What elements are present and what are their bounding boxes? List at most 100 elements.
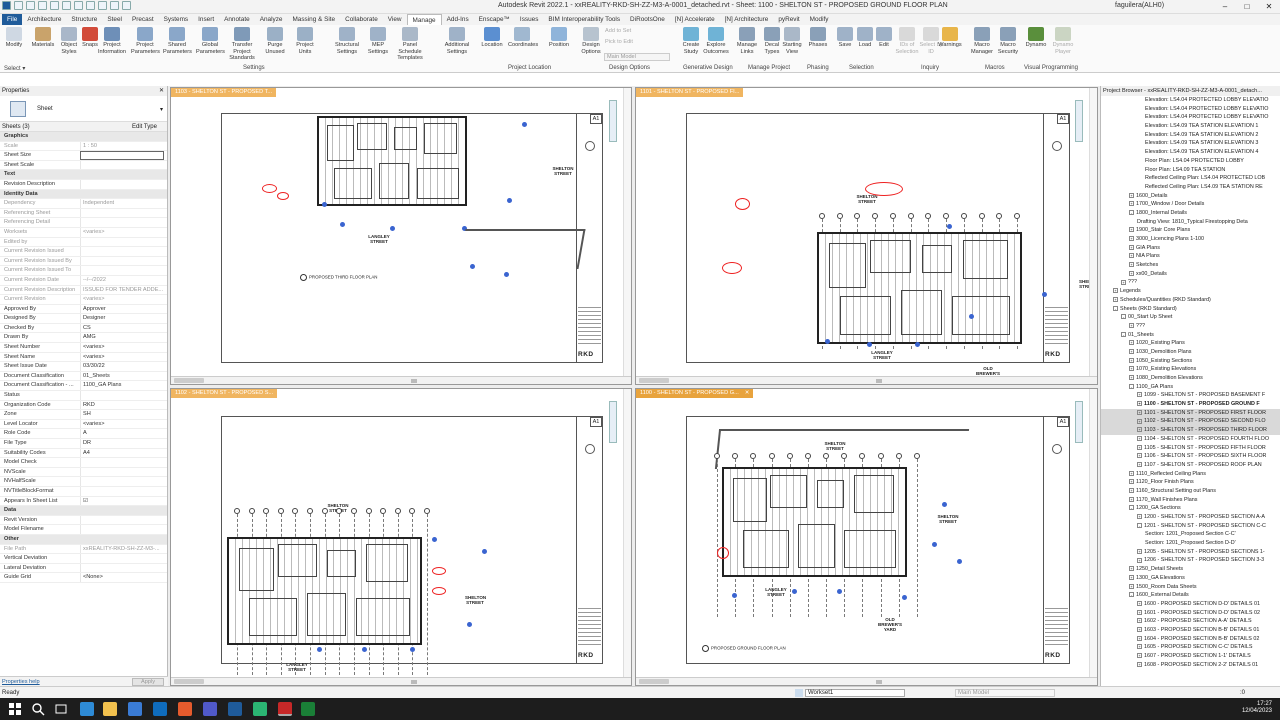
browser-item[interactable]: +1300_GA Elevations: [1101, 574, 1280, 583]
property-value[interactable]: ☑: [80, 496, 164, 506]
expand-icon[interactable]: +: [1129, 496, 1134, 502]
browser-item[interactable]: +1099 - SHELTON ST - PROPOSED BASEMENT F: [1101, 391, 1280, 400]
expand-icon[interactable]: +: [1129, 470, 1134, 476]
tab-issues[interactable]: Issues: [515, 14, 543, 25]
expand-icon[interactable]: +: [1137, 661, 1142, 667]
expand-icon[interactable]: +: [1137, 401, 1142, 407]
sheet[interactable]: A1 RKD SHELTON STREET LANGLEY STREET OLD BRE…: [686, 416, 1070, 664]
browser-item[interactable]: -1200_GA Sections: [1101, 504, 1280, 513]
expand-icon[interactable]: +: [1137, 418, 1142, 424]
sync-icon[interactable]: [38, 1, 47, 10]
revit-logo-icon[interactable]: [2, 1, 11, 10]
property-value[interactable]: [80, 467, 164, 477]
browser-item[interactable]: Drafting View: 1810_Typical Firestopping…: [1101, 218, 1280, 227]
browser-item[interactable]: -01_Sheets: [1101, 331, 1280, 340]
section-tag-icon[interactable]: [317, 647, 322, 652]
section-tag-icon[interactable]: [482, 549, 487, 554]
property-value[interactable]: [80, 179, 164, 189]
browser-item[interactable]: +1601 - PROPOSED SECTION D-D' DETAILS 02: [1101, 609, 1280, 618]
view-control-bar[interactable]: [171, 677, 631, 685]
section-tag-icon[interactable]: [732, 593, 737, 598]
browser-item[interactable]: Floor Plan: LS4.04 PROTECTED LOBBY: [1101, 157, 1280, 166]
property-value[interactable]: SH: [80, 410, 164, 419]
search-icon[interactable]: [31, 702, 45, 716]
view-window-1[interactable]: 1103 - SHELTON ST - PROPOSED T... A1 RKD LA…: [170, 87, 632, 385]
section-tag-icon[interactable]: [957, 559, 962, 564]
section-tag-icon[interactable]: [837, 589, 842, 594]
tab-structure[interactable]: Structure: [66, 14, 102, 25]
section-tag-icon[interactable]: [915, 342, 920, 347]
browser-item[interactable]: -1201 - SHELTON ST - PROPOSED SECTION C-…: [1101, 522, 1280, 531]
expand-icon[interactable]: +: [1137, 409, 1142, 415]
tab-insert[interactable]: Insert: [193, 14, 219, 25]
tab-n-architecture[interactable]: [N] Architecture: [720, 14, 774, 25]
close-icon[interactable]: ✕: [745, 390, 750, 396]
expand-icon[interactable]: +: [1113, 296, 1118, 302]
expand-icon[interactable]: +: [1137, 609, 1142, 615]
expand-icon[interactable]: +: [1129, 566, 1134, 572]
navigation-bar[interactable]: [609, 401, 617, 443]
browser-item[interactable]: + GIA Plans: [1101, 244, 1280, 253]
property-value[interactable]: <varies>: [80, 343, 164, 352]
teams-icon[interactable]: [203, 702, 217, 716]
section-tag-icon[interactable]: [467, 622, 472, 627]
property-value[interactable]: DR: [80, 439, 164, 448]
browser-item[interactable]: +1020_Existing Plans: [1101, 339, 1280, 348]
revision-cloud[interactable]: [262, 184, 277, 193]
structural-settings-button[interactable]: Structural Settings: [333, 27, 361, 55]
browser-item[interactable]: +1602 - PROPOSED SECTION A-A' DETAILS: [1101, 617, 1280, 626]
property-value[interactable]: [80, 477, 164, 486]
floor-plan[interactable]: [722, 467, 907, 577]
view-controls-icon[interactable]: [639, 679, 669, 684]
collapse-icon[interactable]: -: [1113, 305, 1118, 311]
add-to-set-button[interactable]: Add to Set: [605, 28, 631, 34]
browser-item[interactable]: +1160_Structural Setting out Plans: [1101, 487, 1280, 496]
system-clock[interactable]: 17:27 12/04/2023: [1242, 701, 1272, 715]
group-text[interactable]: Text: [0, 170, 167, 180]
property-value[interactable]: [80, 554, 164, 563]
revision-cloud[interactable]: [865, 182, 903, 196]
dynamo-player-button[interactable]: Dynamo Player: [1049, 27, 1077, 55]
create-study-button[interactable]: Create Study: [677, 27, 705, 55]
file-explorer-icon[interactable]: [103, 702, 117, 716]
tab-architecture[interactable]: Architecture: [22, 14, 66, 25]
expand-icon[interactable]: +: [1129, 201, 1134, 207]
browser-item[interactable]: Floor Plan: LS4.09 TEA STATION: [1101, 166, 1280, 175]
browser-item[interactable]: -1600_External Details: [1101, 591, 1280, 600]
dynamo-button[interactable]: Dynamo: [1022, 27, 1050, 49]
section-tag-icon[interactable]: [432, 537, 437, 542]
horizontal-scrollbar-thumb[interactable]: [876, 680, 882, 684]
browser-item[interactable]: +1604 - PROPOSED SECTION B-B' DETAILS 02: [1101, 635, 1280, 644]
browser-item[interactable]: +1105 - SHELTON ST - PROPOSED FIFTH FLOO…: [1101, 444, 1280, 453]
macro-manager-button[interactable]: Macro Manager: [968, 27, 996, 55]
property-value[interactable]: [80, 391, 164, 400]
horizontal-scrollbar-thumb[interactable]: [876, 379, 882, 383]
browser-item[interactable]: -1100_GA Plans: [1101, 383, 1280, 392]
vertical-scrollbar[interactable]: [1089, 389, 1097, 685]
floor-plan[interactable]: [817, 232, 1022, 344]
expand-icon[interactable]: +: [1137, 635, 1142, 641]
view-tab[interactable]: 1103 - SHELTON ST - PROPOSED T...: [171, 88, 277, 97]
property-value[interactable]: <varies>: [80, 419, 164, 429]
browser-item[interactable]: +1200 - SHELTON ST - PROPOSED SECTION A-…: [1101, 513, 1280, 522]
view-tab[interactable]: 1100 - SHELTON ST - PROPOSED G... ✕: [636, 389, 754, 398]
browser-item[interactable]: -1800_Internal Details: [1101, 209, 1280, 218]
view-controls-icon[interactable]: [639, 378, 669, 383]
expand-icon[interactable]: +: [1129, 583, 1134, 589]
browser-item[interactable]: +1070_Existing Elevations: [1101, 365, 1280, 374]
tab-manage[interactable]: Manage: [406, 14, 442, 25]
section-tag-icon[interactable]: [362, 647, 367, 652]
tab-analyze[interactable]: Analyze: [255, 14, 288, 25]
collapse-icon[interactable]: -: [1129, 383, 1134, 389]
browser-item[interactable]: Elevation: LS4.09 TEA STATION ELEVATION …: [1101, 122, 1280, 131]
revision-cloud[interactable]: [432, 587, 446, 595]
collapse-icon[interactable]: -: [1121, 314, 1126, 320]
section-tag-icon[interactable]: [969, 314, 974, 319]
expand-icon[interactable]: +: [1137, 600, 1142, 606]
tab-view[interactable]: View: [383, 14, 407, 25]
expand-icon[interactable]: +: [1129, 192, 1134, 198]
property-value[interactable]: A4: [80, 448, 164, 458]
manage-links-button[interactable]: Manage Links: [733, 27, 761, 55]
sheet[interactable]: A1 RKD SHELTON STREET LANGLEY STREET OLD BRE…: [686, 113, 1097, 381]
expand-icon[interactable]: +: [1129, 357, 1134, 363]
